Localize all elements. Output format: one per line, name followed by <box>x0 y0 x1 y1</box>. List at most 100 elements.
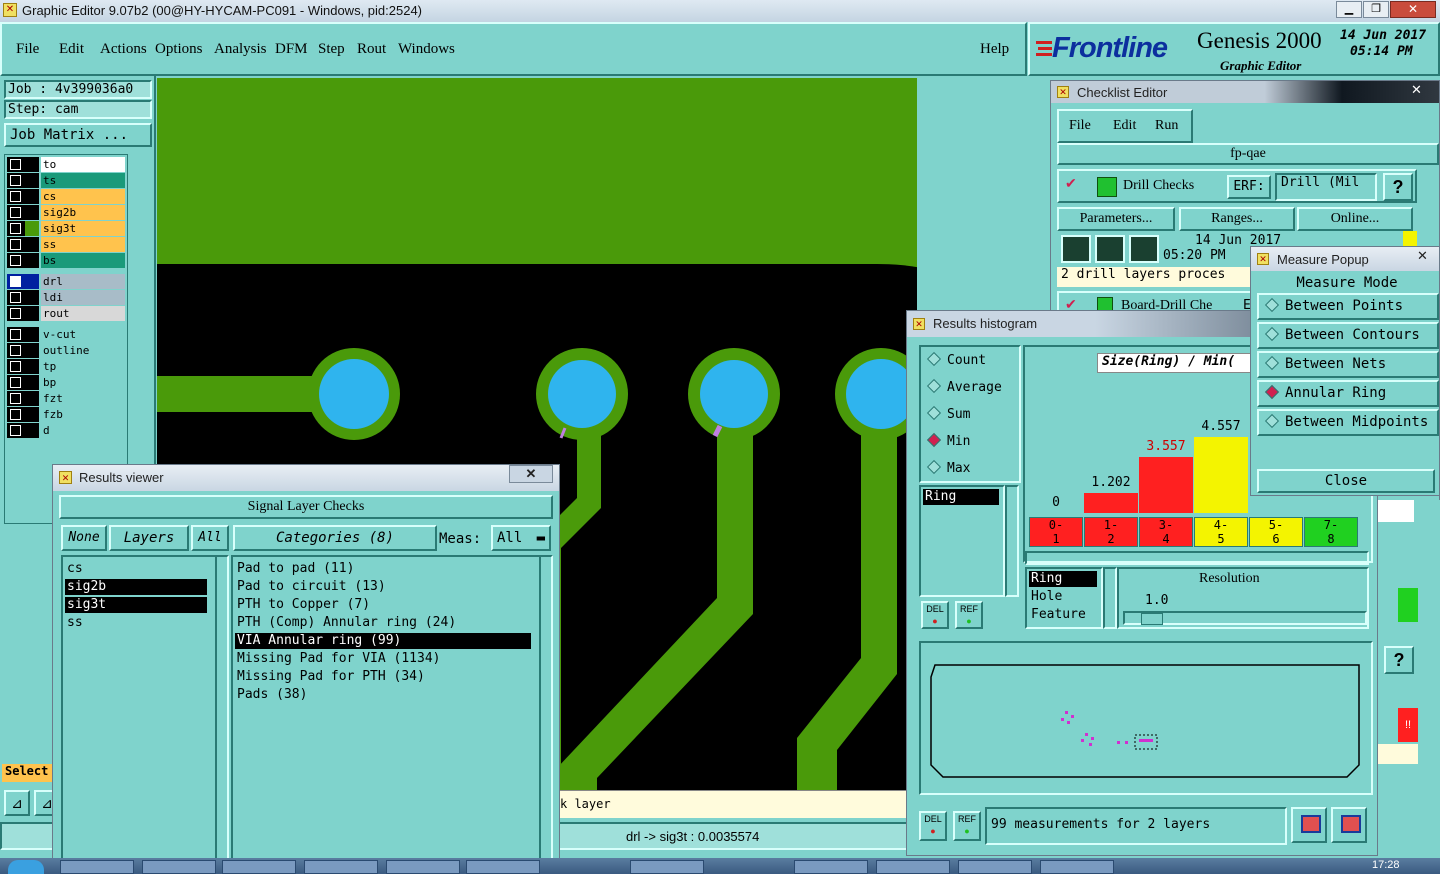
stop-icon[interactable] <box>1129 235 1159 263</box>
layer-row-v-cut[interactable]: v-cut <box>7 327 125 342</box>
layer-checkbox[interactable] <box>10 361 21 372</box>
menu-file[interactable]: File <box>16 41 39 58</box>
attr-list[interactable]: Ring <box>919 485 1005 597</box>
none-button[interactable]: None <box>61 525 107 551</box>
resolution-slider-handle[interactable] <box>1141 613 1163 625</box>
menu-rout[interactable]: Rout <box>357 41 386 58</box>
measure-option-between-midpoints[interactable]: Between Midpoints <box>1257 409 1439 436</box>
rv-layer-item[interactable]: sig3t <box>65 597 207 613</box>
layer-row-bp[interactable]: bp <box>7 375 125 390</box>
menu-windows[interactable]: Windows <box>398 41 455 58</box>
histogram-bin-label[interactable]: 5- 6 <box>1249 517 1303 547</box>
layer-row-fzt[interactable]: fzt <box>7 391 125 406</box>
help-menu[interactable]: Help <box>980 41 1009 58</box>
layer-checkbox[interactable] <box>10 276 21 287</box>
histogram-bin-label[interactable]: 1- 2 <box>1084 517 1138 547</box>
histogram-bin-label[interactable]: 4- 5 <box>1194 517 1248 547</box>
erf-value[interactable]: Drill (Mil <box>1275 173 1377 201</box>
run-icon[interactable] <box>1061 235 1091 263</box>
sort-option-feature[interactable]: Feature <box>1029 607 1097 623</box>
layers-button[interactable]: Layers <box>109 525 189 551</box>
menu-edit[interactable]: Edit <box>59 41 84 58</box>
run-all-icon[interactable] <box>1095 235 1125 263</box>
taskbar-app-11[interactable] <box>1040 860 1114 874</box>
attr-list-scrollbar[interactable] <box>1005 485 1019 597</box>
histogram-mode-max[interactable]: Max <box>926 459 970 476</box>
measure-popup-close[interactable]: ✕ <box>1417 248 1428 264</box>
del-button-top[interactable]: DEL ● <box>921 601 949 629</box>
sort-option-ring[interactable]: Ring <box>1029 571 1097 587</box>
histogram-mode-sum[interactable]: Sum <box>926 405 970 422</box>
checklist-menu-run[interactable]: Run <box>1155 118 1178 134</box>
maximize-button[interactable]: ❐ <box>1363 1 1389 18</box>
checklist-close[interactable]: ✕ <box>1411 82 1422 98</box>
layer-row-sig3t[interactable]: sig3t <box>7 221 125 236</box>
histogram-bin-label[interactable]: 3- 4 <box>1139 517 1193 547</box>
rv-category-item[interactable]: Pad to pad (11) <box>235 561 531 577</box>
sort-list-scrollbar[interactable] <box>1103 567 1117 629</box>
parameters-button[interactable]: Parameters... <box>1057 207 1175 231</box>
layer-row-outline[interactable]: outline <box>7 343 125 358</box>
attr-list-selected[interactable]: Ring <box>923 489 999 505</box>
menu-options[interactable]: Options <box>155 41 203 58</box>
histogram-mode-average[interactable]: Average <box>926 378 1002 395</box>
checklist-menu-file[interactable]: File <box>1069 118 1091 134</box>
del-button-bottom[interactable]: DEL ● <box>919 811 947 841</box>
histogram-mode-min[interactable]: Min <box>926 432 970 449</box>
layer-checkbox[interactable] <box>10 175 21 186</box>
taskbar-app-1[interactable] <box>60 860 134 874</box>
taskbar-app-3[interactable] <box>222 860 296 874</box>
rv-category-item[interactable]: PTH to Copper (7) <box>235 597 531 613</box>
layer-row-ldi[interactable]: ldi <box>7 290 125 305</box>
help-icon-3[interactable]: ? <box>1384 646 1414 674</box>
layer-checkbox[interactable] <box>10 308 21 319</box>
resolution-slider[interactable] <box>1123 611 1367 625</box>
histogram-bar[interactable] <box>1139 457 1193 513</box>
taskbar-app-4[interactable] <box>304 860 378 874</box>
layer-checkbox[interactable] <box>10 207 21 218</box>
layer-row-drl[interactable]: drl <box>7 274 125 289</box>
rv-category-item[interactable]: Missing Pad for PTH (34) <box>235 669 531 685</box>
layer-row-to[interactable]: to <box>7 157 125 172</box>
rv-layer-item[interactable]: sig2b <box>65 579 207 595</box>
taskbar-app-7[interactable] <box>630 860 704 874</box>
layer-row-rout[interactable]: rout <box>7 306 125 321</box>
layer-checkbox[interactable] <box>10 292 21 303</box>
help-icon[interactable]: ? <box>1383 173 1413 201</box>
rv-category-item[interactable]: VIA Annular ring (99) <box>235 633 531 649</box>
checklist-menu-edit[interactable]: Edit <box>1113 118 1136 134</box>
measure-option-between-points[interactable]: Between Points <box>1257 293 1439 320</box>
layer-checkbox[interactable] <box>10 425 21 436</box>
layer-row-ss[interactable]: ss <box>7 237 125 252</box>
taskbar-app-10[interactable] <box>958 860 1032 874</box>
taskbar-app-2[interactable] <box>142 860 216 874</box>
sort-option-hole[interactable]: Hole <box>1029 589 1097 605</box>
menu-dfm[interactable]: DFM <box>275 41 308 58</box>
layer-checkbox[interactable] <box>10 239 21 250</box>
menu-step[interactable]: Step <box>318 41 345 58</box>
histogram-bar[interactable] <box>1084 493 1138 513</box>
layer-list-scrollbar[interactable] <box>215 555 229 871</box>
measure-option-between-contours[interactable]: Between Contours <box>1257 322 1439 349</box>
layer-row-fzb[interactable]: fzb <box>7 407 125 422</box>
start-button-icon[interactable] <box>8 860 44 874</box>
layer-row-cs[interactable]: cs <box>7 189 125 204</box>
job-matrix-button[interactable]: Job Matrix ... <box>4 123 152 147</box>
layer-checkbox[interactable] <box>10 223 21 234</box>
rv-category-item[interactable]: Missing Pad for VIA (1134) <box>235 651 531 667</box>
meas-select[interactable]: All ▬ <box>491 525 551 551</box>
layer-checkbox[interactable] <box>10 255 21 266</box>
histogram-mode-count[interactable]: Count <box>926 351 986 368</box>
taskbar-app-9[interactable] <box>876 860 950 874</box>
minimize-button[interactable]: ▁ <box>1336 1 1362 18</box>
rv-category-item[interactable]: Pads (38) <box>235 687 531 703</box>
sort-list[interactable]: Ring Hole Feature <box>1025 567 1103 629</box>
zoom-to-selection-icon[interactable] <box>1291 807 1327 843</box>
layer-checkbox[interactable] <box>10 345 21 356</box>
layer-checkbox[interactable] <box>10 409 21 420</box>
category-list[interactable]: Pad to pad (11) Pad to circuit (13) PTH to… <box>231 555 541 871</box>
layer-row-d[interactable]: d <box>7 423 125 438</box>
all-button[interactable]: All <box>191 525 229 551</box>
layer-row-ts[interactable]: ts <box>7 173 125 188</box>
menu-actions[interactable]: Actions <box>100 41 147 58</box>
